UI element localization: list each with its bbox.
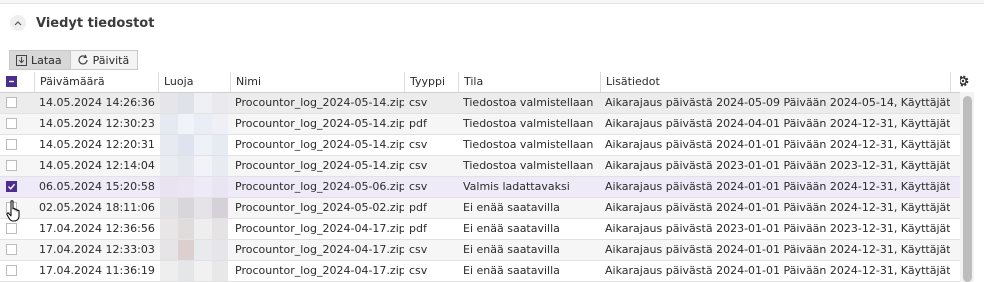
section-title: Viedyt tiedostot [36,15,155,31]
row-checkbox[interactable] [6,139,17,150]
cell-name: Procountor_log_2024-05-14.zip [235,96,404,109]
cell-details: Aikarajaus päivästä 2024-01-01 Päivään 2… [605,264,950,277]
creator-redacted [160,93,228,113]
cell-name: Procountor_log_2024-04-17.zip [235,264,404,277]
toolbar: Lataa Päivitä [9,50,139,70]
header-creator[interactable]: Luoja [158,72,230,92]
cell-details: Aikarajaus päivästä 2024-01-01 Päivään 2… [605,201,950,214]
table-row[interactable]: 14.05.2024 12:14:04 Procountor_log_2024-0… [0,156,960,177]
cell-name: Procountor_log_2024-04-17.zip [235,243,404,256]
row-checkbox[interactable] [6,265,17,276]
download-button[interactable]: Lataa [9,50,70,70]
section-header[interactable]: Viedyt tiedostot [10,12,154,34]
cell-name: Procountor_log_2024-05-02.zip [235,201,404,214]
cell-status: Ei enää saatavilla [463,264,560,277]
cell-date: 06.05.2024 15:20:58 [39,180,155,193]
header-date[interactable]: Päivämäärä [34,72,158,92]
table-row[interactable]: 14.05.2024 12:20:31 Procountor_log_2024-0… [0,135,960,156]
header-status[interactable]: Tila [458,72,600,92]
cell-type: pdf [409,201,427,214]
cell-details: Aikarajaus päivästä 2024-01-01 Päivään 2… [605,180,950,193]
creator-redacted [160,261,228,281]
cell-status: Ei enää saatavilla [463,222,560,235]
row-checkbox[interactable] [6,97,17,108]
table-row[interactable]: 17.04.2024 12:33:03 Procountor_log_2024-0… [0,240,960,261]
table-row[interactable]: 17.04.2024 11:36:19 Procountor_log_2024-0… [0,261,960,282]
cell-status: Valmis ladattavaksi [463,180,570,193]
cell-type: csv [409,159,428,172]
hand-pointer-icon [6,200,24,225]
refresh-icon [78,54,88,65]
cell-status: Tiedostoa valmistellaan [463,138,594,151]
table-row[interactable]: 14.05.2024 12:30:23 Procountor_log_2024-0… [0,114,960,135]
cell-type: pdf [409,117,427,130]
row-checkbox[interactable] [6,118,17,129]
exports-table: Päivämäärä Luoja Nimi Tyyppi Tila Lisäti… [0,72,960,282]
cell-date: 14.05.2024 12:30:23 [39,117,155,130]
table-row[interactable]: 17.04.2024 12:36:56 Procountor_log_2024-0… [0,219,960,240]
creator-redacted [160,156,228,176]
cell-status: Tiedostoa valmistellaan [463,117,594,130]
select-all-checkbox[interactable] [6,76,17,87]
table-row[interactable]: 14.05.2024 14:26:36 Procountor_log_2024-0… [0,93,960,114]
cell-date: 17.04.2024 12:36:56 [39,222,155,235]
cell-date: 14.05.2024 12:20:31 [39,138,155,151]
row-checkbox[interactable] [6,244,17,255]
row-checkbox[interactable] [6,181,17,192]
header-settings-cell [950,72,960,92]
cell-date: 14.05.2024 14:26:36 [39,96,155,109]
cell-type: pdf [409,222,427,235]
creator-redacted [160,240,228,260]
cell-name: Procountor_log_2024-05-06.zip [235,180,404,193]
refresh-button[interactable]: Päivitä [69,50,139,70]
chevron-up-icon[interactable] [10,15,26,31]
cell-details: Aikarajaus päivästä 2023-01-01 Päivään 2… [605,159,950,172]
cell-type: csv [409,138,428,151]
cell-details: Aikarajaus päivästä 2024-01-01 Päivään 2… [605,243,950,256]
download-label: Lataa [31,53,62,67]
scrollbar-thumb[interactable] [963,96,972,282]
cell-name: Procountor_log_2024-05-14.zip [235,159,404,172]
cell-name: Procountor_log_2024-04-17.zip [235,222,404,235]
refresh-label: Päivitä [92,53,130,67]
table-row[interactable]: 02.05.2024 18:11:06 Procountor_log_2024-0… [0,198,960,219]
header-select-cell [0,72,34,92]
download-icon [16,54,27,66]
top-divider [0,0,984,4]
table-header: Päivämäärä Luoja Nimi Tyyppi Tila Lisäti… [0,72,960,93]
header-details[interactable]: Lisätiedot [600,72,950,92]
creator-redacted [160,114,228,134]
table-row[interactable]: 06.05.2024 15:20:58 Procountor_log_2024-0… [0,177,960,198]
cell-date: 14.05.2024 12:14:04 [39,159,155,172]
creator-redacted [160,219,228,239]
header-type[interactable]: Tyyppi [404,72,458,92]
cell-type: csv [409,264,428,277]
cell-type: csv [409,180,428,193]
cell-details: Aikarajaus päivästä 2024-01-01 Päivään 2… [605,138,950,151]
creator-redacted [160,177,228,197]
cell-date: 17.04.2024 12:33:03 [39,243,155,256]
cell-details: Aikarajaus päivästä 2024-05-09 Päivään 2… [605,96,950,109]
cell-status: Ei enää saatavilla [463,243,560,256]
cell-details: Aikarajaus päivästä 2024-04-01 Päivään 2… [605,117,950,130]
cell-type: csv [409,96,428,109]
cell-date: 17.04.2024 11:36:19 [39,264,155,277]
cell-status: Tiedostoa valmistellaan [463,159,594,172]
cell-name: Procountor_log_2024-05-14.zip [235,138,404,151]
cell-date: 02.05.2024 18:11:06 [39,201,155,214]
cell-status: Ei enää saatavilla [463,201,560,214]
cell-type: csv [409,243,428,256]
creator-redacted [160,198,228,218]
header-name[interactable]: Nimi [230,72,404,92]
creator-redacted [160,135,228,155]
cell-details: Aikarajaus päivästä 2023-01-01 Päivään 2… [605,222,950,235]
cell-name: Procountor_log_2024-05-14.zip [235,117,404,130]
row-checkbox[interactable] [6,160,17,171]
cell-status: Tiedostoa valmistellaan [463,96,594,109]
